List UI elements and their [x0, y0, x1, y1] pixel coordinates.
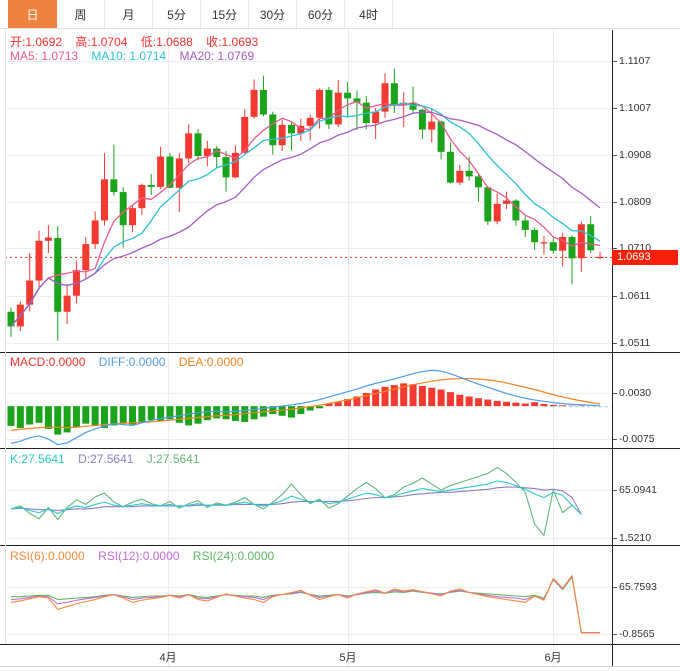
y-axis-label: 1.0809 — [619, 196, 652, 208]
y-axis-label: -0.8565 — [619, 628, 655, 640]
legend-rsi24: RSI(24):0.0000 — [192, 549, 275, 563]
legend-d: D:27.5641 — [78, 452, 134, 466]
tab-5min[interactable]: 5分 — [153, 0, 201, 28]
legend-k: K:27.5641 — [10, 452, 65, 466]
legend-macd: MACD:0.0000 — [10, 355, 86, 369]
kdj-legend: K:27.5641 D:27.5641 J:27.5641 — [10, 452, 210, 466]
legend-ma5: MA5: 1.0713 — [10, 49, 79, 63]
y-axis-label: 0.0030 — [619, 387, 652, 399]
tab-60min[interactable]: 60分 — [297, 0, 345, 28]
legend-diff: DIFF:0.0000 — [98, 355, 166, 369]
current-price-tag: 1.0693 — [612, 250, 678, 265]
y-axis-label: 1.5210 — [619, 532, 652, 544]
legend-ma20: MA20: 1.0769 — [179, 49, 255, 63]
legend-rsi12: RSI(12):0.0000 — [98, 549, 180, 563]
y-axis-label: 65.0941 — [619, 484, 657, 496]
rsi-legend: RSI(6):0.0000 RSI(12):0.0000 RSI(24):0.0… — [10, 549, 284, 563]
x-axis-label: 4月 — [159, 652, 177, 664]
candlestick-chart-canvas[interactable] — [0, 0, 680, 671]
x-axis-label: 5月 — [339, 652, 357, 664]
y-axis-label: 1.1107 — [619, 55, 651, 67]
tab-month[interactable]: 月 — [105, 0, 153, 28]
tab-day[interactable]: 日 — [8, 0, 57, 28]
legend-ma10: MA10: 1.0714 — [91, 49, 167, 63]
trading-chart-page: 日 周 月 5分 15分 30分 60分 4时 开:1.0692 高:1.070… — [0, 0, 680, 671]
legend-j: J:27.5641 — [146, 452, 200, 466]
y-axis-label: 1.1007 — [619, 102, 652, 114]
y-axis-label: -0.0075 — [619, 433, 655, 445]
legend-open: 开:1.0692 — [10, 35, 63, 49]
ohlc-legend: 开:1.0692 高:1.0704 低:1.0688 收:1.0693 — [10, 33, 268, 50]
legend-rsi6: RSI(6):0.0000 — [10, 549, 85, 563]
legend-close: 收:1.0693 — [206, 35, 259, 49]
timeframe-toolbar: 日 周 月 5分 15分 30分 60分 4时 — [0, 0, 680, 29]
legend-dea: DEA:0.0000 — [178, 355, 244, 369]
ma-legend: MA5: 1.0713 MA10: 1.0714 MA20: 1.0769 — [10, 49, 264, 63]
y-axis-label: 65.7593 — [619, 581, 657, 593]
tab-15min[interactable]: 15分 — [201, 0, 249, 28]
legend-high: 高:1.0704 — [75, 35, 128, 49]
y-axis-label: 1.0611 — [619, 290, 651, 302]
tab-30min[interactable]: 30分 — [249, 0, 297, 28]
x-axis-label: 6月 — [544, 652, 562, 664]
legend-low: 低:1.0688 — [140, 35, 193, 49]
macd-legend: MACD:0.0000 DIFF:0.0000 DEA:0.0000 — [10, 355, 253, 369]
y-axis-label: 1.0908 — [619, 149, 652, 161]
tab-week[interactable]: 周 — [57, 0, 105, 28]
tab-4hour[interactable]: 4时 — [345, 0, 393, 28]
y-axis-label: 1.0511 — [619, 337, 651, 349]
